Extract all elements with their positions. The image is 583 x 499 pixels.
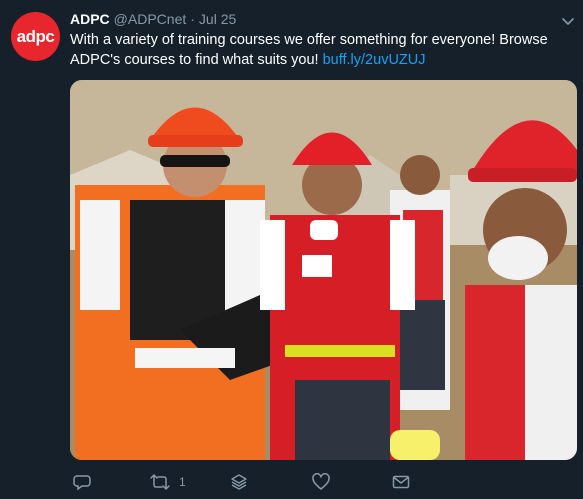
reply-icon xyxy=(73,473,91,491)
tweet-date[interactable]: Jul 25 xyxy=(199,11,236,27)
tweet-photo[interactable] xyxy=(70,80,577,460)
tweet[interactable]: adpc ADPC @ADPCnet · Jul 25 With a variety … xyxy=(0,0,583,499)
tweet-link[interactable]: buff.ly/2uvUZUJ xyxy=(323,52,426,68)
stack-icon xyxy=(230,473,248,491)
tweet-header: ADPC @ADPCnet · Jul 25 xyxy=(70,10,236,28)
reply-button[interactable] xyxy=(73,472,99,492)
heart-icon xyxy=(312,473,330,491)
tweet-text: With a variety of training courses we of… xyxy=(70,30,570,70)
avatar[interactable]: adpc xyxy=(11,12,60,61)
retweet-count: 1 xyxy=(179,475,186,489)
header-separator: · xyxy=(190,11,195,27)
like-button[interactable] xyxy=(312,472,338,492)
stack-button[interactable] xyxy=(230,472,248,492)
direct-message-button[interactable] xyxy=(392,472,410,492)
envelope-icon xyxy=(392,473,410,491)
handle[interactable]: @ADPCnet xyxy=(114,11,187,27)
retweet-button[interactable]: 1 xyxy=(149,472,186,492)
retweet-icon xyxy=(149,473,171,491)
avatar-logo-text: adpc xyxy=(16,26,55,46)
tweet-body: With a variety of training courses we of… xyxy=(70,32,548,68)
display-name[interactable]: ADPC xyxy=(70,11,110,27)
chevron-down-icon[interactable] xyxy=(562,14,574,25)
photo-training-scene xyxy=(70,80,577,460)
tweet-actions: 1 xyxy=(0,472,583,494)
